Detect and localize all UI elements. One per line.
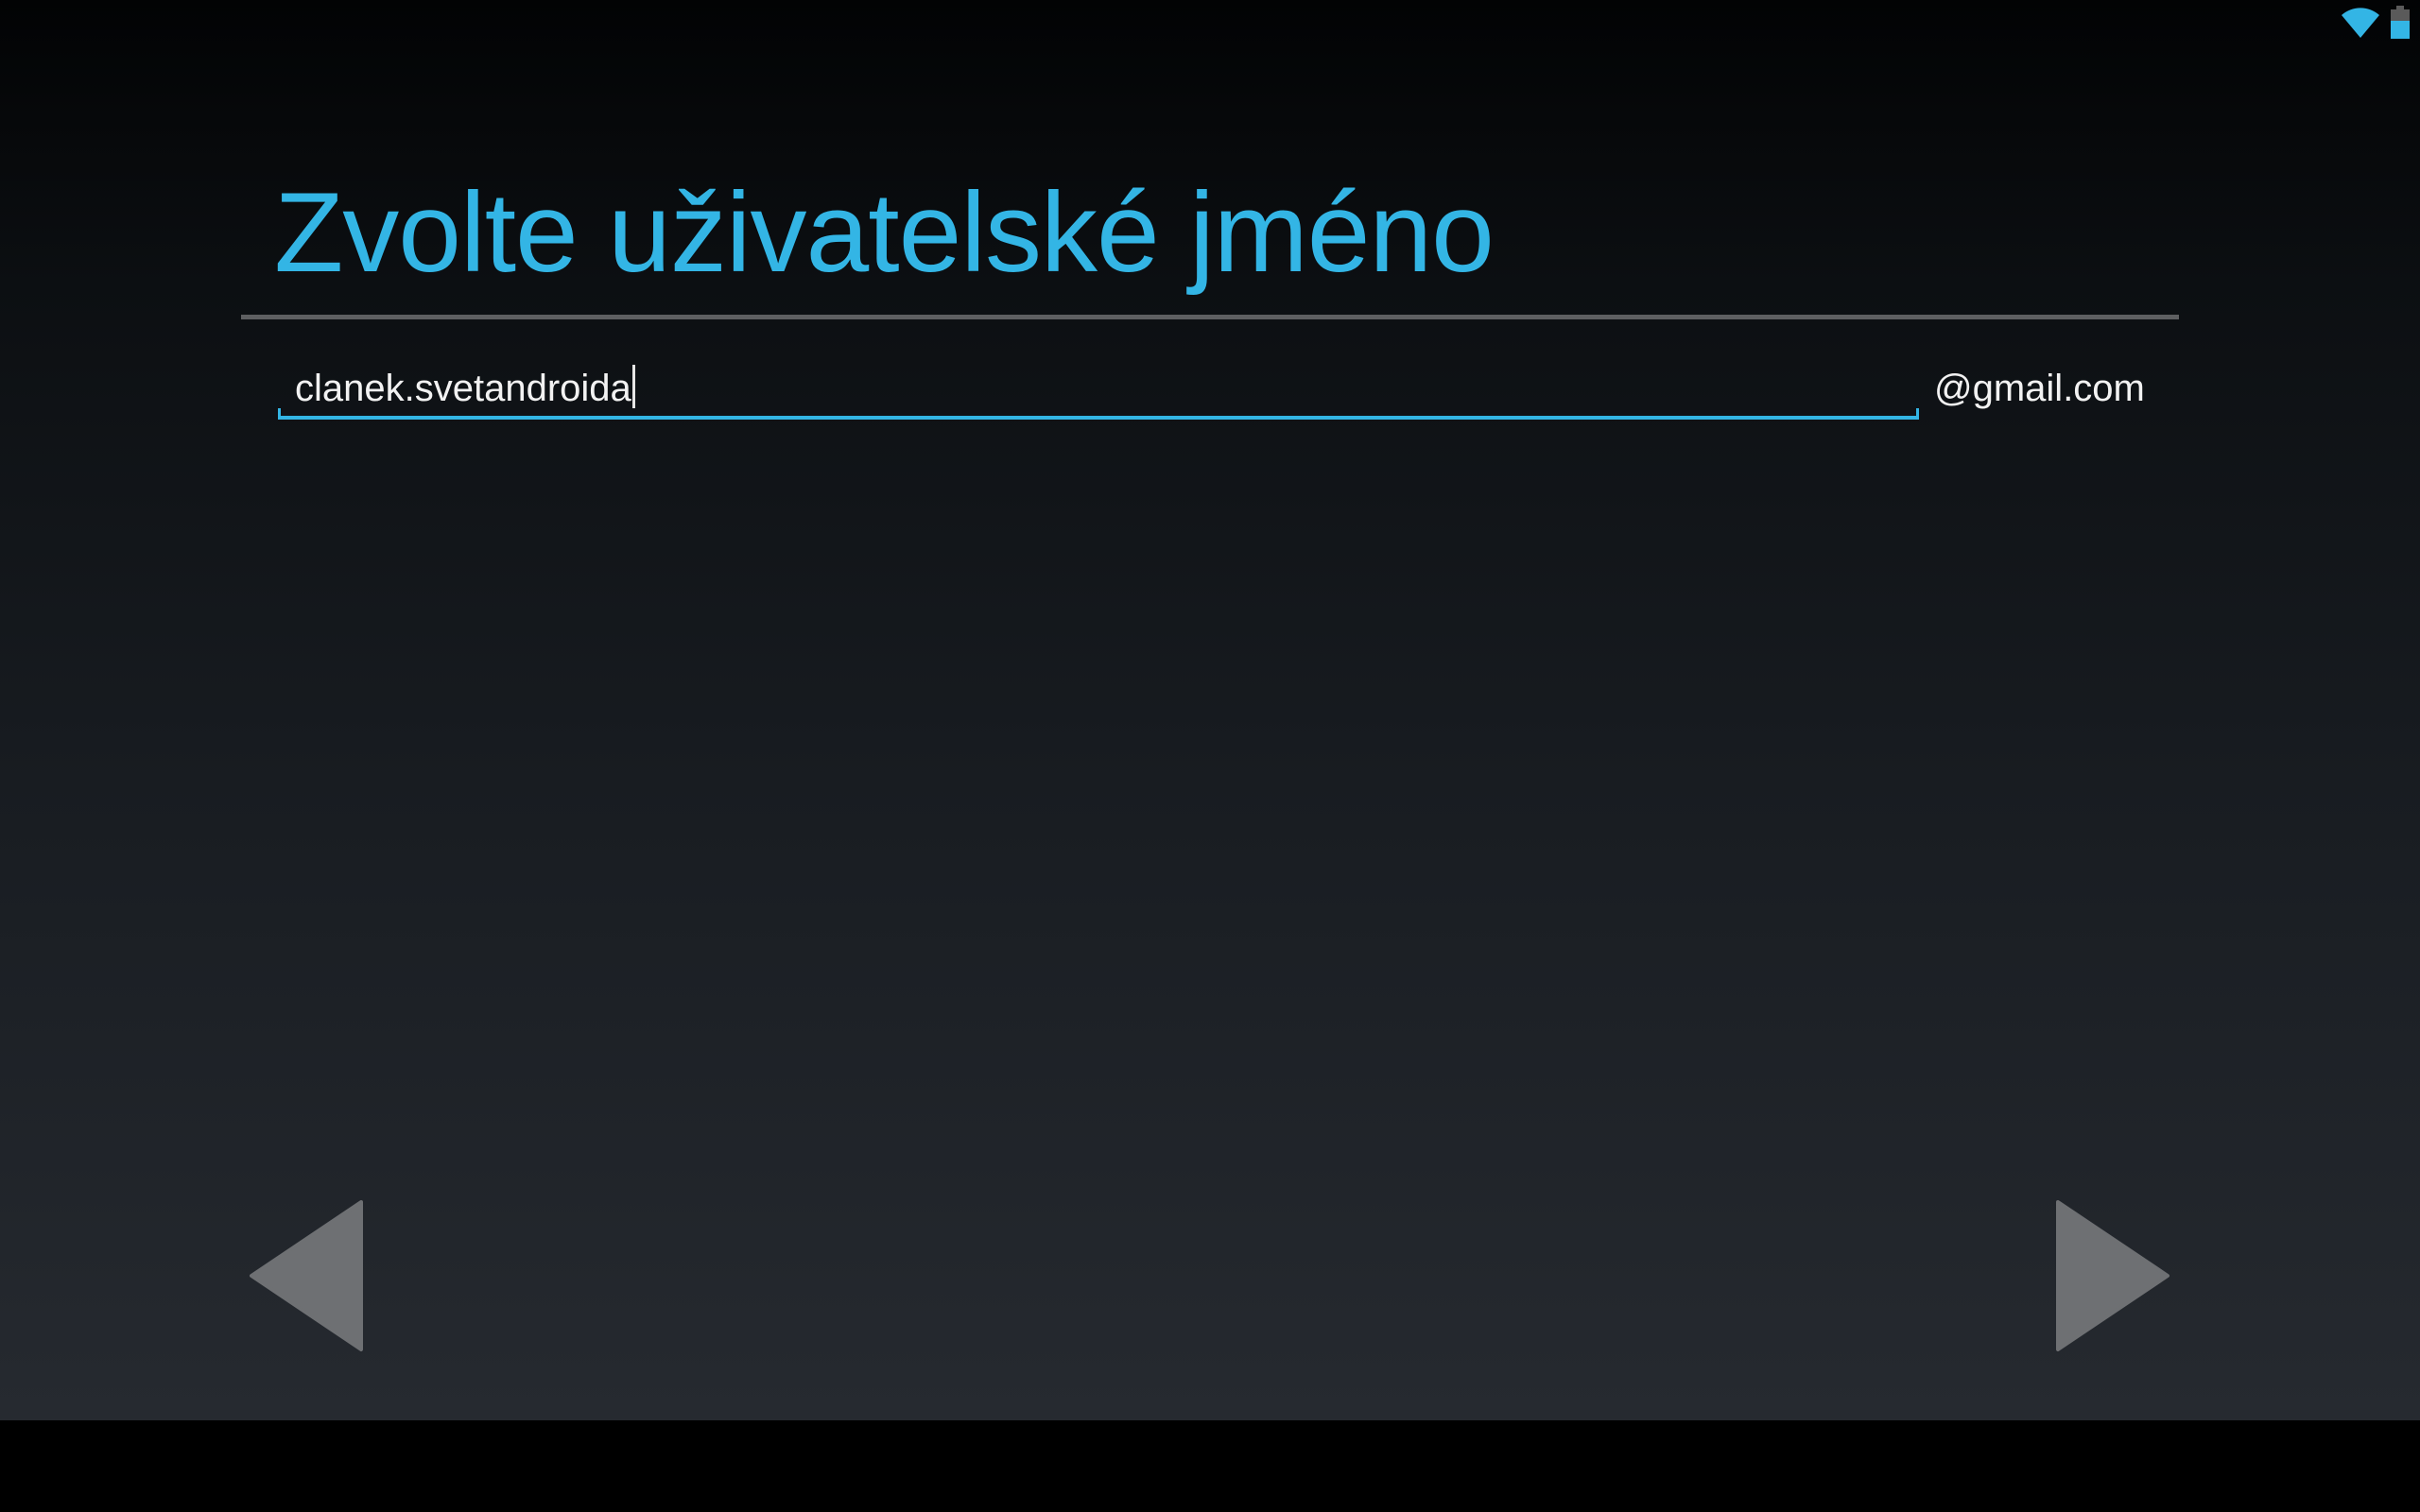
next-button[interactable] xyxy=(2051,1200,2169,1351)
title-divider xyxy=(241,315,2179,319)
status-bar xyxy=(2341,6,2411,40)
wifi-icon xyxy=(2341,7,2380,39)
text-cursor xyxy=(631,365,635,408)
system-navigation-bar xyxy=(0,1420,2420,1512)
next-arrow-shape xyxy=(2056,1200,2169,1351)
battery-cap xyxy=(2396,6,2404,9)
back-arrow-shape xyxy=(250,1200,363,1351)
username-value: clanek.svetandroida xyxy=(295,368,631,409)
battery-icon xyxy=(2390,6,2411,40)
wifi-icon-fan xyxy=(2342,8,2379,39)
next-arrow-icon xyxy=(2056,1200,2169,1351)
username-input[interactable]: clanek.svetandroida xyxy=(278,353,1919,420)
page-title: Zvolte uživatelské jméno xyxy=(274,169,1495,296)
back-button[interactable] xyxy=(250,1200,368,1351)
gmail-domain-suffix: @gmail.com xyxy=(1934,368,2145,409)
back-arrow-icon xyxy=(250,1200,363,1351)
setup-screen: Zvolte uživatelské jméno clanek.svetandr… xyxy=(0,0,2420,1420)
battery-level xyxy=(2391,21,2410,39)
input-underline xyxy=(278,408,1919,420)
